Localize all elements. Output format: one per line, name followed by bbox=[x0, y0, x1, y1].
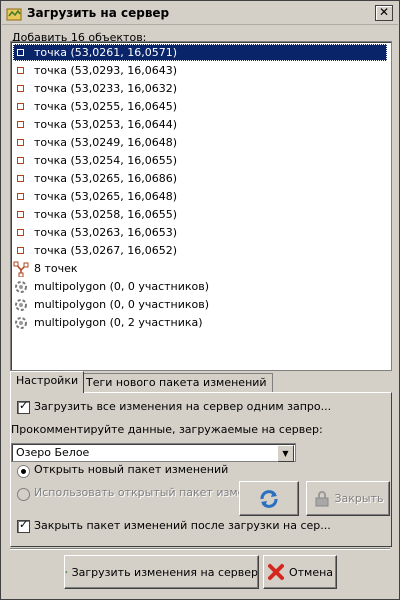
upload-dialog: Загрузить на сервер ✕ Добавить 16 объект… bbox=[0, 0, 400, 600]
node-icon bbox=[13, 81, 29, 97]
node-icon bbox=[13, 171, 29, 187]
node-icon bbox=[13, 99, 29, 115]
close-changeset-label: Закрыть bbox=[334, 492, 384, 505]
tab-changeset-tags[interactable]: Теги нового пакета изменений bbox=[80, 373, 273, 392]
comment-label: Прокомментируйте данные, загружаемые на … bbox=[11, 423, 323, 436]
list-item-label: точка (53,0254, 16,0655) bbox=[34, 154, 178, 167]
list-item[interactable]: multipolygon (0, 0 участников) bbox=[13, 296, 387, 313]
list-item-label: точка (53,0263, 16,0653) bbox=[34, 226, 178, 239]
use-existing-changeset-radio[interactable] bbox=[17, 488, 30, 501]
list-item[interactable]: точка (53,0293, 16,0643) bbox=[13, 62, 387, 79]
upload-app-icon bbox=[6, 8, 22, 21]
node-icon bbox=[13, 243, 29, 259]
list-item[interactable]: точка (53,0233, 16,0632) bbox=[13, 80, 387, 97]
list-item-label: точка (53,0255, 16,0645) bbox=[34, 100, 178, 113]
node-icon bbox=[13, 189, 29, 205]
open-new-changeset-label: Открыть новый пакет изменений bbox=[34, 463, 229, 476]
upload-button[interactable]: Загрузить изменения на сервер bbox=[64, 555, 259, 589]
comment-value: Озеро Белое bbox=[16, 446, 90, 459]
list-item-label: multipolygon (0, 0 участников) bbox=[34, 280, 210, 293]
relation-icon bbox=[13, 315, 29, 331]
relation-icon bbox=[13, 297, 29, 313]
open-new-changeset-radio[interactable] bbox=[17, 465, 30, 478]
list-item[interactable]: точка (53,0263, 16,0653) bbox=[13, 224, 387, 241]
upload-icon bbox=[65, 570, 68, 574]
way-icon bbox=[13, 261, 29, 277]
list-item[interactable]: точка (53,0267, 16,0652) bbox=[13, 242, 387, 259]
lock-icon bbox=[315, 490, 328, 506]
upload-button-label: Загрузить изменения на сервер bbox=[71, 565, 258, 579]
cancel-button-label: Отмена bbox=[288, 565, 334, 579]
refresh-icon bbox=[260, 489, 278, 508]
window-title: Загрузить на сервер bbox=[27, 6, 170, 20]
settings-panel: Загрузить все изменения на сервер одним … bbox=[10, 392, 392, 547]
close-changeset-button[interactable]: Закрыть bbox=[306, 481, 390, 516]
tab-changeset-tags-label: Теги нового пакета изменений bbox=[86, 376, 267, 389]
cancel-button[interactable]: Отмена bbox=[263, 555, 337, 589]
close-after-upload-checkbox[interactable] bbox=[17, 518, 30, 533]
cancel-x-icon bbox=[267, 564, 284, 580]
list-item-label: точка (53,0261, 16,0571) bbox=[34, 46, 178, 59]
list-item-label: точка (53,0267, 16,0652) bbox=[34, 244, 178, 257]
list-item-label: точка (53,0249, 16,0648) bbox=[34, 136, 178, 149]
comment-combobox[interactable]: Озеро Белое ▼ bbox=[11, 443, 296, 462]
list-item[interactable]: multipolygon (0, 0 участников) bbox=[13, 278, 387, 295]
list-item-label: multipolygon (0, 0 участников) bbox=[34, 298, 210, 311]
node-icon bbox=[13, 153, 29, 169]
list-item[interactable]: точка (53,0258, 16,0655) bbox=[13, 206, 387, 223]
list-item[interactable]: точка (53,0253, 16,0644) bbox=[13, 116, 387, 133]
upload-all-checkbox[interactable] bbox=[17, 399, 30, 414]
list-item-label: multipolygon (0, 2 участника) bbox=[34, 316, 203, 329]
list-item[interactable]: 8 точек bbox=[13, 260, 387, 277]
list-item[interactable]: точка (53,0254, 16,0655) bbox=[13, 152, 387, 169]
list-item-label: точка (53,0293, 16,0643) bbox=[34, 64, 178, 77]
upload-all-label: Загрузить все изменения на сервер одним … bbox=[34, 400, 332, 413]
node-icon bbox=[13, 225, 29, 241]
node-icon bbox=[13, 45, 29, 61]
list-item[interactable]: точка (53,0265, 16,0648) bbox=[13, 188, 387, 205]
list-item[interactable]: точка (53,0255, 16,0645) bbox=[13, 98, 387, 115]
tab-settings[interactable]: Настройки bbox=[10, 371, 85, 393]
list-item[interactable]: точка (53,0261, 16,0571) bbox=[13, 44, 387, 61]
list-item[interactable]: multipolygon (0, 2 участника) bbox=[13, 314, 387, 331]
refresh-changesets-button[interactable] bbox=[239, 481, 299, 516]
close-after-upload-label: Закрыть пакет изменений после загрузки н… bbox=[34, 519, 331, 532]
list-item-label: 8 точек bbox=[34, 262, 78, 275]
node-icon bbox=[13, 117, 29, 133]
close-window-button[interactable]: ✕ bbox=[375, 5, 393, 21]
list-item-label: точка (53,0265, 16,0686) bbox=[34, 172, 178, 185]
node-icon bbox=[13, 63, 29, 79]
list-item-label: точка (53,0233, 16,0632) bbox=[34, 82, 178, 95]
list-item[interactable]: точка (53,0265, 16,0686) bbox=[13, 170, 387, 187]
node-icon bbox=[13, 207, 29, 223]
node-icon bbox=[13, 135, 29, 151]
title-bar: Загрузить на сервер ✕ bbox=[2, 2, 398, 25]
list-item[interactable]: точка (53,0249, 16,0648) bbox=[13, 134, 387, 151]
chevron-down-icon[interactable]: ▼ bbox=[277, 445, 294, 462]
tab-settings-label: Настройки bbox=[16, 374, 79, 387]
list-item-label: точка (53,0253, 16,0644) bbox=[34, 118, 178, 131]
objects-list[interactable]: точка (53,0261, 16,0571) точка (53,0293, … bbox=[10, 41, 392, 371]
footer-divider bbox=[10, 548, 390, 550]
relation-icon bbox=[13, 279, 29, 295]
list-item-label: точка (53,0265, 16,0648) bbox=[34, 190, 178, 203]
close-icon: ✕ bbox=[378, 5, 390, 19]
use-existing-changeset-label: Использовать открытый пакет изме... bbox=[34, 486, 255, 499]
list-item-label: точка (53,0258, 16,0655) bbox=[34, 208, 178, 221]
